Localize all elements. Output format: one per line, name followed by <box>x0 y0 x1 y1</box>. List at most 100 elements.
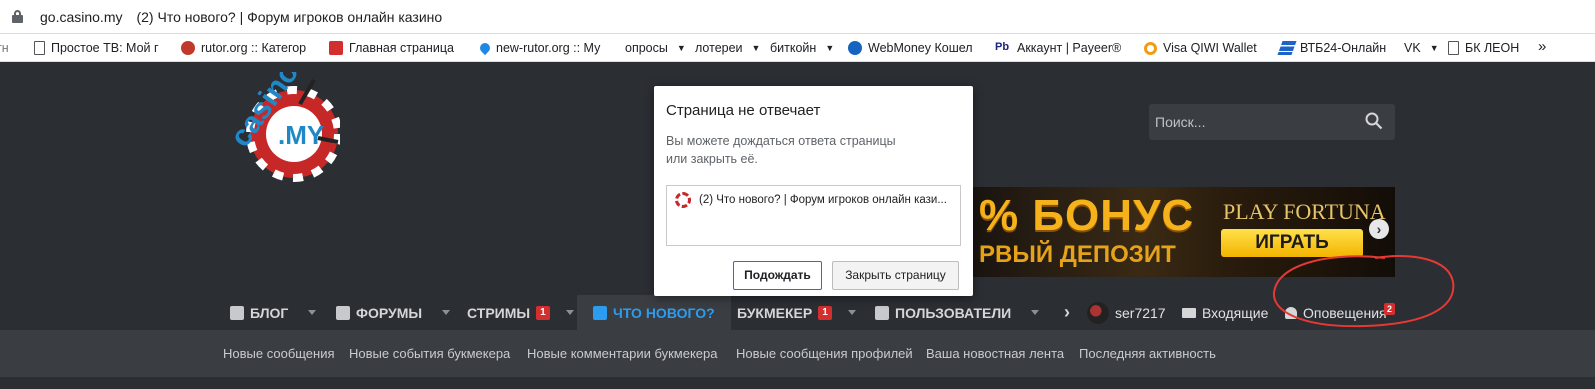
nav-forums[interactable]: ФОРУМЫ <box>336 295 451 330</box>
red-square-icon <box>329 41 343 55</box>
bookmark-partial[interactable]: тн <box>0 40 9 56</box>
bookmark-label: Visa QIWI Wallet <box>1163 41 1257 55</box>
nav-label: ПОЛЬЗОВАТЕЛИ <box>895 304 1012 321</box>
nav-bookmaker[interactable]: БУКМЕКЕР 1 <box>737 295 856 330</box>
unresponsive-pages-list[interactable]: (2) Что нового? | Форум игроков онлайн к… <box>666 185 961 246</box>
bookmaker-badge: 1 <box>818 305 832 320</box>
bookmark-item[interactable]: new-rutor.org :: Му <box>477 40 601 56</box>
bookmark-item[interactable]: WebMoney Кошел <box>848 40 973 56</box>
bookmark-folder[interactable]: опросы ▼ <box>625 40 686 56</box>
bookmark-label: Простое ТВ: Мой г <box>51 41 159 55</box>
nav-more-button[interactable]: › <box>1064 295 1070 330</box>
page-icon <box>1448 41 1459 55</box>
drop-icon <box>477 40 493 56</box>
chevron-right-icon[interactable]: › <box>1369 219 1389 239</box>
bookmark-folder[interactable]: лотереи ▼ <box>695 40 760 56</box>
wait-button[interactable]: Подождать <box>733 261 822 290</box>
nav-users[interactable]: ПОЛЬЗОВАТЕЛИ <box>875 295 1040 330</box>
nav-label: БУКМЕКЕР <box>737 304 813 321</box>
subnav-link[interactable]: Новые сообщения <box>223 346 335 361</box>
nav-streams[interactable]: СТРИМЫ 1 <box>467 295 574 330</box>
streams-badge: 1 <box>536 305 550 320</box>
dialog-message-line: Вы можете дождаться ответа страницы <box>666 134 896 148</box>
bookmark-item[interactable]: БК ЛЕОН <box>1448 40 1519 56</box>
dialog-message-line: или закрыть её. <box>666 152 758 166</box>
vtb-icon <box>1277 41 1297 55</box>
bookmark-label: Аккаунт | Payeer® <box>1017 41 1122 55</box>
dialog-message: Вы можете дождаться ответа страницы или … <box>666 132 916 168</box>
bookmark-item[interactable]: Visa QIWI Wallet <box>1144 40 1257 56</box>
chevron-down-icon[interactable] <box>847 310 856 315</box>
chevron-down-icon[interactable] <box>442 310 451 315</box>
nav-blog[interactable]: БЛОГ <box>230 295 317 330</box>
close-page-button[interactable]: Закрыть страницу <box>832 261 959 290</box>
subnav-link[interactable]: Ваша новостная лента <box>926 346 1064 361</box>
bookmark-item[interactable]: Главная страница <box>329 40 454 56</box>
nav-label: Входящие <box>1202 304 1269 321</box>
bookmark-label: rutor.org :: Категор <box>201 41 307 55</box>
blog-icon <box>230 305 244 320</box>
bookmark-label: new-rutor.org :: Му <box>496 41 601 55</box>
bookmark-label: ВТБ24-Онлайн <box>1300 41 1387 55</box>
page-unresponsive-dialog: Страница не отвечает Вы можете дождаться… <box>654 86 973 296</box>
bookmark-label: биткойн <box>770 41 817 55</box>
nav-label: ФОРУМЫ <box>356 304 423 321</box>
url-host: go.casino.my <box>40 9 123 25</box>
casino-favicon-icon <box>675 192 691 208</box>
list-item-label: (2) Что нового? | Форум игроков онлайн к… <box>699 194 947 206</box>
bookmark-item[interactable]: Простое ТВ: Мой г <box>34 40 159 56</box>
bookmark-label: БК ЛЕОН <box>1465 41 1520 55</box>
envelope-icon <box>1182 307 1196 318</box>
username: ser7217 <box>1115 304 1166 321</box>
subnav-link[interactable]: Новые события букмекера <box>349 346 510 361</box>
lock-icon[interactable] <box>12 10 23 23</box>
bookmark-item[interactable]: Pb Аккаунт | Payeer® <box>995 40 1121 56</box>
subnav-link[interactable]: Последняя активность <box>1079 346 1216 361</box>
sub-nav: Новые сообщения Новые события букмекера … <box>0 330 1595 377</box>
nav-whats-new[interactable]: ЧТО НОВОГО? <box>577 295 731 330</box>
user-menu[interactable]: ser7217 <box>1087 295 1166 330</box>
chevron-down-icon: ▼ <box>751 43 761 53</box>
star-icon <box>181 41 195 55</box>
svg-text:.MY: .MY <box>278 120 324 150</box>
page-title-in-bar: (2) Что нового? | Форум игроков онлайн к… <box>136 9 443 25</box>
subnav-link[interactable]: Новые комментарии букмекера <box>527 346 718 361</box>
chevron-down-icon: ▼ <box>825 43 835 53</box>
bookmarks-overflow-button[interactable]: » <box>1538 38 1546 55</box>
url-display[interactable]: go.casino.my (2) Что нового? | Форум игро… <box>40 9 442 25</box>
bookmark-item[interactable]: ВТБ24-Онлайн <box>1277 40 1387 56</box>
chevron-down-icon[interactable] <box>308 310 317 315</box>
search-icon[interactable] <box>1365 112 1383 130</box>
bookmark-item[interactable]: rutor.org :: Категор <box>181 40 306 56</box>
subnav-link[interactable]: Новые сообщения профилей <box>736 346 913 361</box>
red-annotation-circle <box>1272 255 1455 328</box>
banner-brand: PLAY FORTUNA <box>1223 199 1386 224</box>
forums-icon <box>336 305 350 320</box>
address-bar[interactable]: go.casino.my (2) Что нового? | Форум игро… <box>0 0 1595 34</box>
dialog-title: Страница не отвечает <box>666 102 821 119</box>
banner-deposit-text: РВЫЙ ДЕПОЗИТ <box>979 241 1176 268</box>
qiwi-icon <box>1144 41 1157 55</box>
bookmark-label: лотереи <box>695 41 743 55</box>
bookmark-folder[interactable]: биткойн ▼ <box>770 40 834 56</box>
bookmark-label: Главная страница <box>349 41 454 55</box>
whats-new-icon <box>593 305 607 320</box>
banner-bonus-text: % БОНУС <box>979 191 1195 240</box>
page-content-edge <box>0 377 1595 389</box>
chevron-down-icon: ▼ <box>676 43 686 53</box>
chevron-down-icon: ▼ <box>1429 43 1439 53</box>
pb-icon: Pb <box>995 41 1010 53</box>
bookmark-folder[interactable]: VK ▼ <box>1404 40 1439 56</box>
nav-label: СТРИМЫ <box>467 304 531 321</box>
nav-label: ЧТО НОВОГО? <box>613 304 715 321</box>
search-input[interactable]: Поиск... <box>1149 104 1395 140</box>
users-icon <box>875 305 889 320</box>
avatar <box>1087 301 1109 324</box>
list-item[interactable]: (2) Что нового? | Форум игроков онлайн к… <box>675 192 957 208</box>
chevron-down-icon[interactable] <box>565 310 574 315</box>
chevron-down-icon[interactable] <box>1031 310 1040 315</box>
nav-inbox[interactable]: Входящие <box>1182 295 1268 330</box>
page-icon <box>34 41 45 55</box>
casino-logo[interactable]: .MY casino <box>222 72 340 182</box>
globe-icon <box>848 41 862 55</box>
